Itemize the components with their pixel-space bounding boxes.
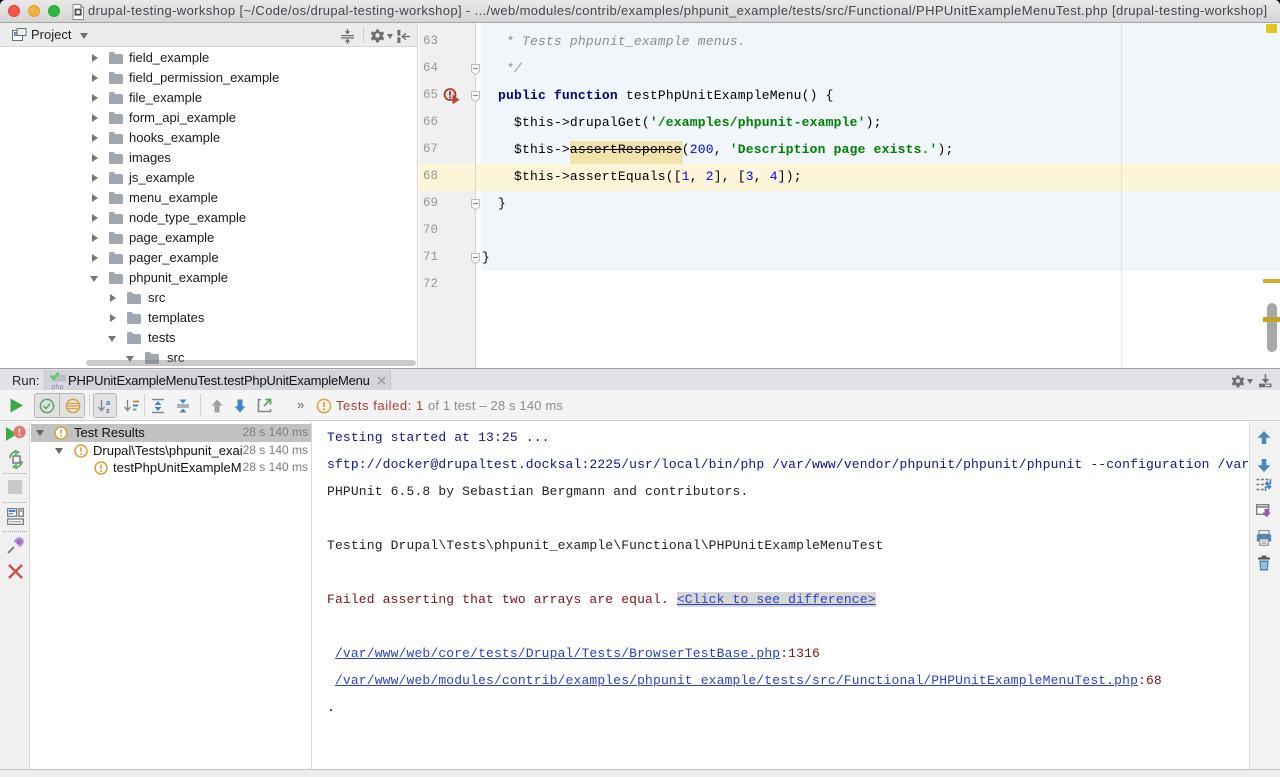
svg-text:z: z <box>106 406 110 414</box>
